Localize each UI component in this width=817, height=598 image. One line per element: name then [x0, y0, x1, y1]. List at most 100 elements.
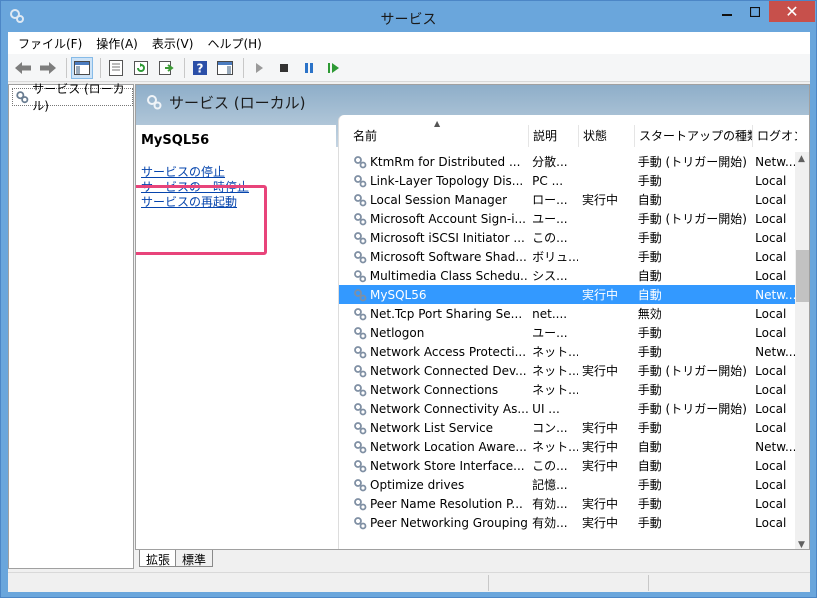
service-name: Netlogon [370, 325, 425, 340]
cell-description: ネット... [532, 364, 578, 378]
cell-status: 実行中 [581, 440, 618, 454]
minimize-icon [722, 13, 732, 16]
service-gear-icon [354, 516, 367, 529]
cell-startup-type: 手動 [637, 345, 662, 359]
service-gear-icon [354, 478, 367, 491]
table-row[interactable]: Microsoft Software Shad... ボリュ... 手動 Local [339, 247, 795, 266]
toolbar-separator [184, 57, 185, 78]
tab-standard[interactable]: 標準 [175, 550, 214, 567]
vertical-scroll-thumb[interactable] [796, 250, 809, 302]
menu-view[interactable]: 表示(V) [146, 35, 200, 52]
start-service-button[interactable] [248, 57, 270, 79]
pause-icon [305, 62, 313, 73]
table-row[interactable]: Peer Networking Grouping 有効... 実行中 手動 Local [339, 513, 795, 532]
refresh-icon [134, 60, 148, 75]
service-gear-icon [354, 174, 367, 187]
stop-service-button[interactable] [273, 57, 295, 79]
console-tree-icon [74, 60, 90, 75]
cell-logon: Local [755, 382, 787, 397]
pause-service-button[interactable] [298, 57, 320, 79]
show-console-tree-button[interactable] [71, 56, 93, 79]
toolbar-separator [243, 57, 244, 78]
service-gear-icon [354, 345, 367, 358]
cell-description: ネット... [532, 383, 578, 397]
cell-name: Multimedia Class Schedu... [339, 269, 528, 283]
scroll-up-icon[interactable]: ▲ [798, 154, 805, 164]
cell-name: Network Access Protecti... [339, 345, 528, 359]
service-gear-icon [354, 440, 367, 453]
restart-service-button[interactable] [323, 57, 345, 79]
cell-logon: Local [755, 496, 787, 511]
export-list-button[interactable] [155, 57, 177, 79]
table-row[interactable]: Network Connections ネット... 手動 Local [339, 380, 795, 399]
cell-startup-type: 自動 [637, 440, 662, 454]
table-row[interactable]: Net.Tcp Port Sharing Se... net.... 無効 Local [339, 304, 795, 323]
cell-name: Peer Name Resolution P... [339, 497, 528, 511]
column-header-startup-type[interactable]: スタートアップの種類 [635, 125, 753, 147]
service-gear-icon [354, 459, 367, 472]
table-row[interactable]: Link-Layer Topology Dis... PC ... 手動 Local [339, 171, 795, 190]
cell-name: Microsoft iSCSI Initiator ... [339, 231, 528, 245]
stop-service-link[interactable]: サービスの停止 [141, 165, 249, 180]
table-row[interactable]: Network Access Protecti... ネット... 手動 Netw..… [339, 342, 795, 361]
column-header-name[interactable]: 名前 [339, 125, 529, 147]
service-name: Network Location Aware... [370, 439, 527, 454]
vertical-scrollbar[interactable]: ▲ ▼ [795, 152, 809, 552]
title-bar[interactable]: サービス ✕ [1, 1, 816, 33]
table-row[interactable]: Multimedia Class Schedu... シス... 自動 Local [339, 266, 795, 285]
table-row[interactable]: KtmRm for Distributed ... 分散... 手動 (トリガー開始… [339, 152, 795, 171]
cell-name: Link-Layer Topology Dis... [339, 174, 528, 188]
tab-extended[interactable]: 拡張 [139, 550, 178, 567]
properties-button[interactable] [105, 57, 127, 79]
service-name: Multimedia Class Schedu... [369, 268, 529, 283]
refresh-button[interactable] [130, 57, 152, 79]
service-gear-icon [354, 326, 367, 339]
tree-item-services-local[interactable]: サービス (ローカル) [12, 82, 133, 113]
table-row[interactable]: Peer Name Resolution P... 有効... 実行中 手動 Local [339, 494, 795, 513]
table-row[interactable]: Microsoft Account Sign-i... ユー... 手動 (トリガー… [339, 209, 795, 228]
cell-description: ネット... [532, 345, 578, 359]
maximize-button[interactable] [741, 1, 769, 22]
stop-icon [280, 63, 288, 72]
menu-help[interactable]: ヘルプ(H) [201, 35, 267, 52]
table-row[interactable]: MySQL56 実行中 自動 Netw... [339, 285, 795, 304]
menu-action[interactable]: 操作(A) [90, 35, 144, 52]
cell-status: 実行中 [581, 421, 618, 435]
table-row[interactable]: Network List Service コン... 実行中 手動 Local [339, 418, 795, 437]
show-action-pane-button[interactable] [214, 57, 236, 79]
minimize-button[interactable] [713, 1, 741, 22]
services-pane: サービス (ローカル) MySQL56 サービスの停止 サービスの一時停止 サー… [135, 84, 810, 569]
table-row[interactable]: Network Connected Dev... ネット... 実行中 手動 (トリガ… [339, 361, 795, 380]
tree-item-label: サービス (ローカル) [32, 82, 125, 113]
forward-button[interactable] [37, 57, 59, 79]
cell-name: Network Connectivity As... [339, 402, 528, 416]
cell-logon: Local [755, 515, 787, 530]
close-button[interactable]: ✕ [769, 1, 815, 22]
table-row[interactable]: Network Store Interface... この... 実行中 自動 Loca… [339, 456, 795, 475]
back-button[interactable] [12, 57, 34, 79]
services-gear-icon [147, 95, 162, 110]
cell-logon: Netw... [755, 344, 795, 359]
status-bar [8, 572, 810, 592]
table-row[interactable]: Netlogon ユー... 手動 Local [339, 323, 795, 342]
cell-name: MySQL56 [339, 288, 528, 302]
help-icon: ? [193, 60, 207, 75]
back-arrow-icon [15, 61, 31, 74]
table-row[interactable]: Network Location Aware... ネット... 実行中 自動 Netw… [339, 437, 795, 456]
cell-logon: Local [755, 249, 787, 264]
cell-name: Network List Service [339, 421, 528, 435]
menu-file[interactable]: ファイル(F) [12, 35, 88, 52]
column-header-status[interactable]: 状態 [579, 125, 635, 147]
cell-name: Network Connected Dev... [339, 364, 528, 378]
table-row[interactable]: Microsoft iSCSI Initiator ... この... 手動 Loca… [339, 228, 795, 247]
highlight-box [136, 185, 267, 255]
cell-description: ロー... [532, 193, 568, 207]
service-name: Microsoft Account Sign-i... [370, 211, 526, 226]
table-row[interactable]: Optimize drives 記憶... 手動 Local [339, 475, 795, 494]
table-row[interactable]: Local Session Manager ロー... 実行中 自動 Local [339, 190, 795, 209]
column-header-description[interactable]: 説明 [529, 125, 579, 147]
help-button[interactable]: ? [189, 57, 211, 79]
column-header-logon[interactable]: ログオン [753, 125, 797, 147]
sort-ascending-icon: ▲ [434, 119, 441, 128]
table-row[interactable]: Network Connectivity As... UI ... 手動 (トリガー… [339, 399, 795, 418]
